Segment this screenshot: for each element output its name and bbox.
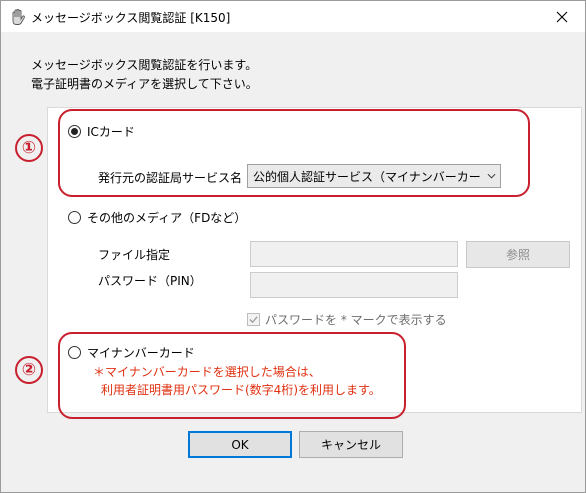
ic-card-radio-indicator[interactable] [68,125,81,138]
window-title: メッセージボックス閲覧認証 [K150] [31,11,231,25]
mynumber-note: ＊マイナンバーカードを選択した場合は、 利用者証明書用パスワード(数字4桁)を利… [93,363,381,399]
checkmark-icon [249,316,258,324]
intro-line-1: メッセージボックス閲覧認証を行います。 [31,58,258,72]
intro-line-2: 電子証明書のメディアを選択して下さい。 [31,77,258,91]
other-media-label: その他のメディア（FDなど） [87,211,247,225]
service-name-value: 公的個人認証サービス（マイナンバーカー [253,169,481,184]
ic-card-radio[interactable]: ICカード [68,123,135,140]
other-media-radio[interactable]: その他のメディア（FDなど） [68,209,246,226]
service-name-label: 発行元の認証局サービス名 [98,171,243,185]
chevron-down-icon [482,173,500,179]
cancel-button[interactable]: キャンセル [299,431,403,458]
annotation-number-1: ① [15,134,43,162]
service-name-select[interactable]: 公的個人認証サービス（マイナンバーカー [247,164,501,188]
password-label: パスワード（PIN） [98,274,202,288]
other-media-radio-indicator[interactable] [68,211,81,224]
mask-password-checkbox[interactable]: パスワードを * マークで表示する [247,311,447,328]
password-input[interactable] [250,272,458,298]
mynumber-card-radio[interactable]: マイナンバーカード [68,344,195,361]
title-bar: メッセージボックス閲覧認証 [K150] [1,1,585,32]
mask-password-checkbox-box[interactable] [247,313,260,326]
annotation-number-2: ② [15,356,43,384]
intro-text: メッセージボックス閲覧認証を行います。 電子証明書のメディアを選択して下さい。 [31,56,258,94]
file-path-input[interactable] [250,241,458,267]
ok-button[interactable]: OK [188,431,292,458]
close-icon [556,11,568,22]
close-button[interactable] [539,1,585,32]
mynumber-card-label: マイナンバーカード [87,346,195,360]
app-hand-icon [9,8,27,26]
file-path-label: ファイル指定 [98,248,171,262]
mynumber-card-radio-indicator[interactable] [68,346,81,359]
ic-card-label: ICカード [87,125,135,139]
mask-password-label: パスワードを * マークで表示する [265,313,447,327]
dialog-window: メッセージボックス閲覧認証 [K150] メッセージボックス閲覧認証を行います。… [0,0,586,493]
mynumber-note-line-1: ＊マイナンバーカードを選択した場合は、 [93,365,321,379]
browse-button[interactable]: 参照 [466,241,570,268]
mynumber-note-line-2: 利用者証明書用パスワード(数字4桁)を利用します。 [101,383,381,397]
